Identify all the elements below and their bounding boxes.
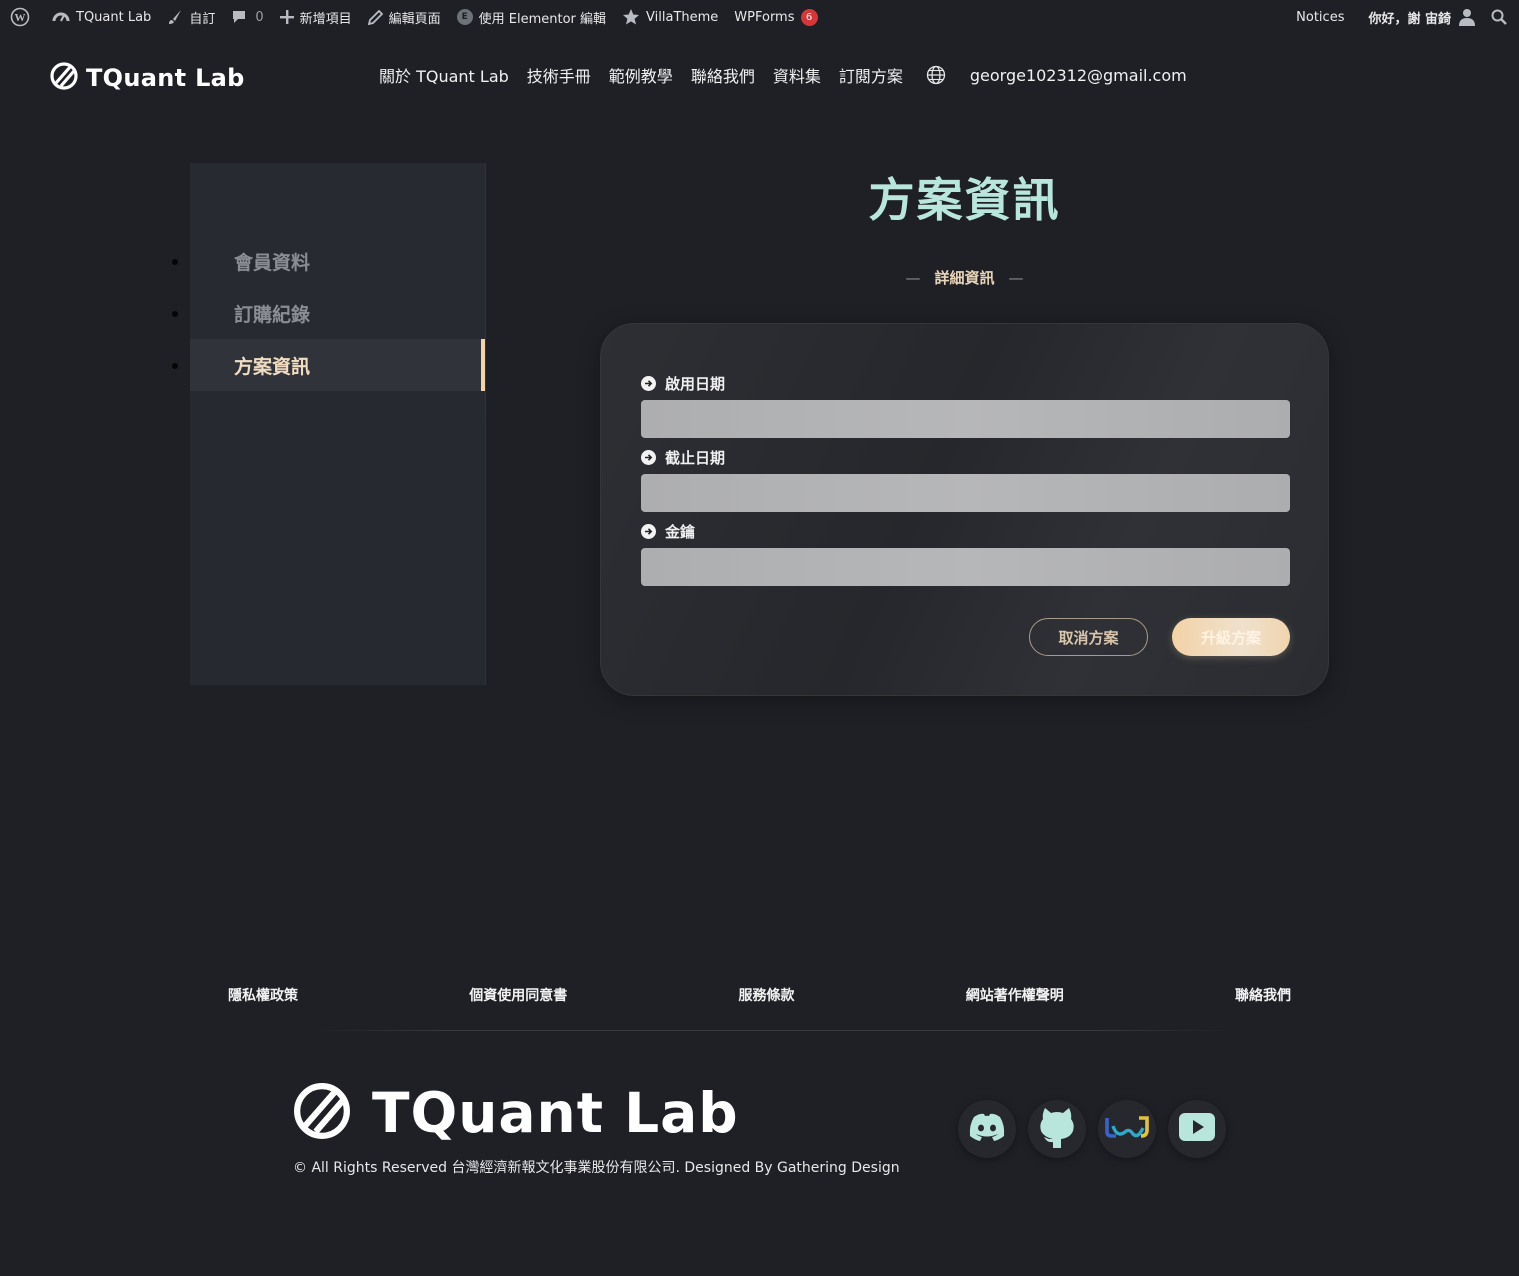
pencil-icon [367, 9, 383, 25]
globe-icon[interactable] [926, 65, 946, 85]
sidebar-item-label: 訂購紀錄 [234, 303, 311, 326]
sidebar-item-label: 會員資料 [234, 251, 311, 274]
footer-link-terms[interactable]: 服務條款 [739, 985, 795, 1005]
footer-divider [310, 1030, 1230, 1031]
customize-link[interactable]: 自訂 [159, 0, 223, 34]
wpforms-link[interactable]: WPForms 6 [726, 0, 825, 34]
page-title: 方案資訊 [868, 173, 1061, 227]
account-menu-list: 會員資料 訂購紀錄 方案資訊 [172, 235, 485, 391]
tquant-logo-icon [50, 62, 78, 94]
nav-contact[interactable]: 聯絡我們 [691, 63, 755, 87]
end-date-label: 截止日期 [641, 447, 725, 468]
villatheme-link[interactable]: VillaTheme [614, 0, 726, 34]
site-name-label: TQuant Lab [76, 9, 152, 25]
upgrade-plan-button[interactable]: 升級方案 [1172, 618, 1290, 656]
github-link[interactable] [1028, 1100, 1086, 1158]
comments-count: 0 [255, 9, 264, 25]
edit-page-label: 編輯頁面 [388, 11, 441, 27]
end-date-label-text: 截止日期 [665, 449, 726, 467]
user-email-link[interactable]: george102312@gmail.com [970, 66, 1187, 85]
notices-label: Notices [1296, 9, 1345, 25]
cancel-plan-button[interactable]: 取消方案 [1029, 618, 1148, 656]
elementor-edit-link[interactable]: E 使用 Elementor 編輯 [449, 0, 614, 34]
wpforms-notification-badge: 6 [800, 8, 818, 26]
nav-datasets[interactable]: 資料集 [773, 63, 821, 87]
end-date-field[interactable] [641, 474, 1290, 512]
footer-logo-text: TQuant Lab [372, 1081, 739, 1145]
search-icon [1491, 9, 1507, 25]
nav-tech-manual[interactable]: 技術手冊 [527, 63, 591, 87]
nav-tutorials[interactable]: 範例教學 [609, 63, 673, 87]
github-icon [1037, 1104, 1077, 1154]
customize-label: 自訂 [189, 11, 216, 27]
start-date-label-text: 啟用日期 [665, 375, 726, 393]
sidebar-item-plan-info[interactable]: 方案資訊 [172, 339, 485, 391]
star-icon [622, 8, 640, 26]
comments-link[interactable]: 0 [223, 0, 271, 34]
site-name-link[interactable]: TQuant Lab [44, 0, 159, 34]
sidebar-item-order-history[interactable]: 訂購紀錄 [172, 287, 485, 339]
villatheme-label: VillaTheme [646, 9, 719, 25]
footer-link-copyright[interactable]: 網站著作權聲明 [966, 985, 1064, 1005]
dashboard-icon [52, 9, 70, 25]
new-item-label: 新增項目 [299, 11, 352, 27]
api-key-label: 金鑰 [641, 521, 695, 542]
footer-links: 隱私權政策 個資使用同意書 服務條款 網站著作權聲明 聯絡我們 [228, 985, 1291, 1005]
elementor-edit-label: 使用 Elementor 編輯 [478, 11, 607, 27]
edit-page-link[interactable]: 編輯頁面 [360, 0, 449, 34]
discord-icon [966, 1111, 1008, 1147]
wordpress-logo-button[interactable]: W [2, 0, 44, 34]
wordpress-icon: W [10, 7, 30, 27]
footer-link-contact[interactable]: 聯絡我們 [1235, 985, 1291, 1005]
user-avatar-icon [1459, 8, 1475, 26]
svg-text:W: W [15, 12, 26, 24]
greeting-label: 你好，謝 宙錡 [1368, 11, 1451, 27]
site-header: TQuant Lab 關於 TQuant Lab 技術手冊 範例教學 聯絡我們 … [0, 34, 1519, 120]
notices-link[interactable]: Notices [1288, 0, 1352, 34]
start-date-label: 啟用日期 [641, 373, 725, 394]
footer-link-privacy[interactable]: 隱私權政策 [228, 985, 298, 1005]
new-item-link[interactable]: 新增項目 [272, 0, 360, 34]
arrow-right-circle-icon [641, 376, 656, 391]
main-nav: 關於 TQuant Lab 技術手冊 範例教學 聯絡我們 資料集 訂閱方案 ge… [370, 63, 1187, 87]
nav-subscription[interactable]: 訂閱方案 [839, 63, 903, 87]
elementor-icon: E [456, 9, 473, 25]
social-links [958, 1100, 1238, 1158]
arrow-right-circle-icon [641, 524, 656, 539]
section-subtitle: — 詳細資訊 — [600, 267, 1329, 288]
sidebar-item-member-info[interactable]: 會員資料 [172, 235, 485, 287]
admin-bar: W TQuant Lab 自訂 0 新增項目 編輯頁面 E 使用 Element… [0, 0, 1519, 34]
footer-logo[interactable]: TQuant Lab [292, 1082, 739, 1144]
copyright-text: © All Rights Reserved 台灣經濟新報文化事業股份有限公司. … [293, 1160, 900, 1176]
plus-icon [279, 10, 294, 24]
site-logo[interactable]: TQuant Lab [50, 62, 245, 94]
api-key-label-text: 金鑰 [665, 523, 696, 541]
brush-icon [167, 9, 183, 25]
logo-text: TQuant Lab [86, 64, 245, 92]
tquant-logo-icon [292, 1082, 352, 1144]
sidebar-item-label: 方案資訊 [234, 355, 311, 378]
youtube-icon [1177, 1111, 1217, 1147]
tej-icon [1103, 1114, 1151, 1144]
tej-link[interactable] [1098, 1100, 1156, 1158]
account-sidebar: 會員資料 訂購紀錄 方案資訊 [172, 163, 486, 685]
dash-left: — [905, 269, 921, 287]
account-menu[interactable]: 你好，謝 宙錡 [1360, 0, 1483, 34]
nav-about[interactable]: 關於 TQuant Lab [379, 63, 509, 87]
footer-link-personal-data-consent[interactable]: 個資使用同意書 [469, 985, 567, 1005]
wpforms-label: WPForms [734, 9, 795, 25]
comment-icon [231, 9, 247, 25]
admin-search-button[interactable] [1483, 0, 1515, 34]
plan-info-card: 啟用日期 截止日期 金鑰 取消方案 升級方案 [600, 323, 1329, 696]
api-key-field[interactable] [641, 548, 1290, 586]
youtube-link[interactable] [1168, 1100, 1226, 1158]
dash-right: — [1008, 269, 1024, 287]
arrow-right-circle-icon [641, 450, 656, 465]
subtitle-text: 詳細資訊 [934, 269, 995, 287]
discord-link[interactable] [958, 1100, 1016, 1158]
start-date-field[interactable] [641, 400, 1290, 438]
